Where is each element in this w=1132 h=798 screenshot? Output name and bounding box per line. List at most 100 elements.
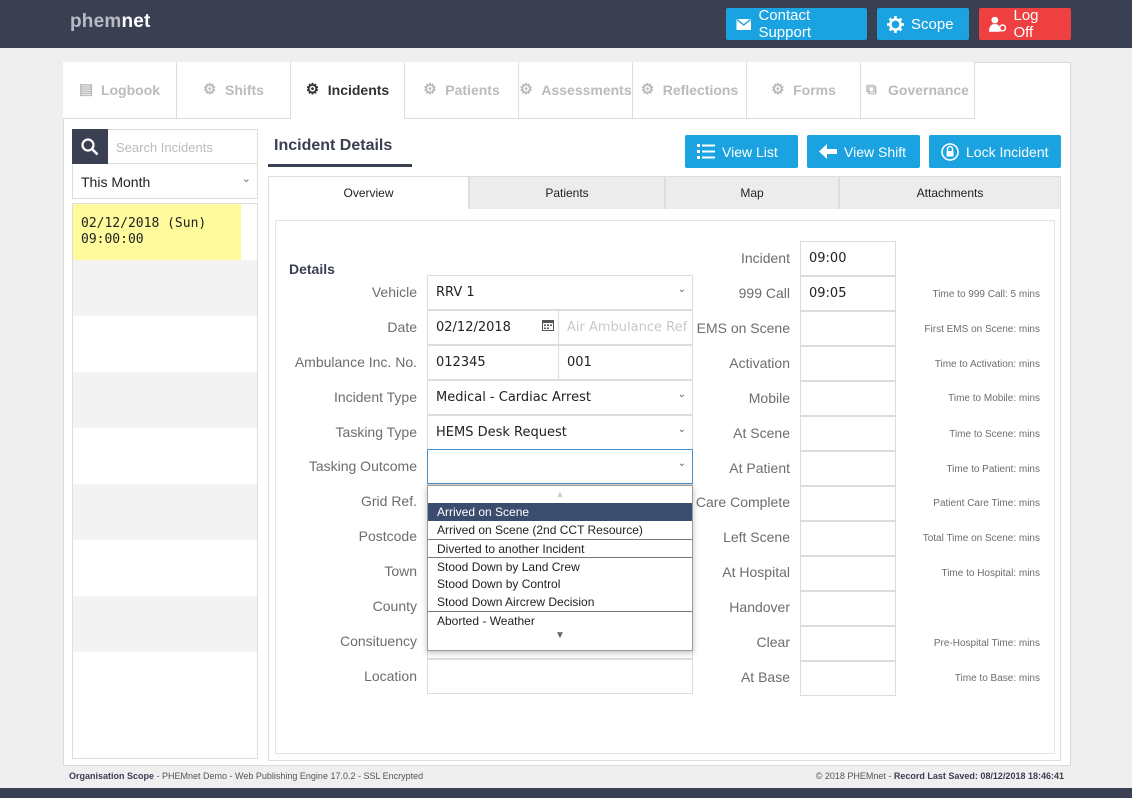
title-underline — [268, 164, 412, 167]
main-nav: ▤ Logbook ⚙ Shifts ⚙ Incidents ⚙ Patients ⚙ A… — [63, 62, 975, 119]
ambulance-inc-suffix-input[interactable]: 001 — [558, 345, 693, 380]
contact-support-label: Contact Support — [758, 7, 811, 41]
vehicle-value: RRV 1 — [436, 285, 475, 300]
at-base-time-input[interactable] — [800, 661, 896, 696]
footer-org-scope: Organisation Scope — [69, 771, 155, 781]
list-item[interactable]: 02/12/2018 (Sun) 09:00:00 — [73, 204, 241, 260]
search-button[interactable] — [72, 129, 108, 164]
date-field[interactable]: 02/12/2018 — [427, 310, 559, 345]
tab-attachments[interactable]: Attachments — [839, 176, 1061, 210]
tasking-type-select[interactable]: HEMS Desk Request ⌄ — [427, 415, 693, 450]
dropdown-option[interactable]: Arrived on Scene — [428, 503, 692, 521]
nav-tab-forms[interactable]: ⚙ Forms — [747, 62, 861, 119]
ems-duration-note: First EMS on Scene: mins — [924, 324, 1040, 335]
period-select[interactable]: This Month ⌄ — [72, 164, 258, 199]
bottom-bar — [0, 788, 1132, 798]
dropdown-option[interactable]: Diverted to another Incident — [428, 539, 692, 557]
lock-incident-button[interactable]: Lock Incident — [929, 135, 1061, 168]
nav-tab-assessments[interactable]: ⚙ Assessments — [519, 62, 633, 119]
nav-label: Shifts — [225, 82, 264, 98]
at-patient-time-input[interactable] — [800, 451, 896, 486]
dropdown-option[interactable]: Stood Down by Land Crew — [428, 557, 692, 575]
date-value: 02/12/2018 — [436, 320, 511, 335]
list-item-empty — [73, 316, 257, 372]
activation-time-input[interactable] — [800, 346, 896, 381]
care-duration-note: Patient Care Time: mins — [933, 498, 1040, 509]
ambulance-inc-input[interactable]: 012345 — [427, 345, 559, 380]
incident-time-input[interactable]: 09:00 — [800, 241, 896, 276]
at-scene-time-input[interactable] — [800, 416, 896, 451]
date-label: Date — [387, 319, 417, 335]
dropdown-option[interactable]: Stood Down Aircrew Decision — [428, 593, 692, 611]
tab-patients[interactable]: Patients — [469, 176, 665, 210]
scope-button[interactable]: Scope — [877, 8, 969, 40]
chevron-down-icon: ⌄ — [241, 173, 251, 185]
list-item-empty — [73, 484, 257, 540]
vehicle-label: Vehicle — [371, 284, 417, 300]
scroll-down-icon[interactable]: ▼ — [428, 629, 692, 643]
nav-tab-logbook[interactable]: ▤ Logbook — [63, 62, 177, 119]
prehospital-duration-note: Pre-Hospital Time: mins — [933, 638, 1040, 649]
scene-duration-note: Time to Scene: mins — [949, 429, 1040, 440]
contact-support-button[interactable]: Contact Support — [726, 7, 867, 41]
clear-time-input[interactable] — [800, 626, 896, 661]
at-hospital-time-input[interactable] — [800, 556, 896, 591]
envelope-icon — [736, 18, 751, 30]
app-logo[interactable]: phemnet — [70, 11, 151, 33]
call-time-input[interactable]: 09:05 — [800, 276, 896, 311]
nav-tab-incidents[interactable]: ⚙ Incidents — [291, 62, 405, 119]
footer-copyright: © 2018 PHEMnet - — [815, 771, 894, 781]
user-gear-icon: ⚙ — [519, 81, 533, 98]
vehicle-select[interactable]: RRV 1 ⌄ — [427, 275, 693, 310]
care-complete-time-input[interactable] — [800, 486, 896, 521]
incident-type-value: Medical - Cardiac Arrest — [436, 390, 591, 405]
view-list-button[interactable]: View List — [685, 135, 798, 168]
incident-time-label: Incident — [740, 250, 790, 266]
mobile-time-label: Mobile — [748, 390, 790, 406]
clear-time-label: Clear — [756, 634, 790, 650]
location-input[interactable] — [427, 659, 693, 694]
at-patient-time-label: At Patient — [729, 460, 790, 476]
tab-map[interactable]: Map — [665, 176, 839, 210]
list-item-date: 02/12/2018 (Sun) — [81, 216, 207, 231]
ambulance-inc-label: Ambulance Inc. No. — [294, 354, 417, 370]
calendar-icon[interactable] — [542, 319, 554, 331]
nav-tab-reflections[interactable]: ⚙ Reflections — [633, 62, 747, 119]
nav-label: Logbook — [100, 82, 161, 98]
left-scene-time-input[interactable] — [800, 521, 896, 556]
mobile-time-input[interactable] — [800, 381, 896, 416]
user-logout-icon — [989, 16, 1007, 32]
dropdown-option[interactable]: Stood Down by Control — [428, 575, 692, 593]
nav-tab-patients[interactable]: ⚙ Patients — [405, 62, 519, 119]
air-ambulance-ref-input[interactable]: Air Ambulance Ref — [558, 310, 693, 345]
nav-label: Forms — [793, 82, 836, 98]
constituency-label: Consituency — [339, 633, 417, 649]
patient-duration-note: Time to Patient: mins — [946, 464, 1040, 475]
nav-label: Reflections — [662, 82, 739, 98]
view-shift-button[interactable]: View Shift — [807, 135, 920, 168]
nav-tab-governance[interactable]: ⧉ Governance — [861, 62, 975, 119]
gear-icon — [887, 15, 904, 33]
log-off-button[interactable]: Log Off — [979, 7, 1071, 41]
ems-time-input[interactable] — [800, 311, 896, 346]
tasking-type-value: HEMS Desk Request — [436, 425, 567, 440]
at-scene-time-label: At Scene — [733, 425, 790, 441]
logo-text-bold: net — [121, 11, 151, 32]
county-label: County — [372, 598, 417, 614]
dropdown-option[interactable]: Arrived on Scene (2nd CCT Resource) — [428, 521, 692, 539]
view-shift-label: View Shift — [844, 143, 906, 160]
tasking-outcome-label: Tasking Outcome — [308, 458, 417, 474]
nav-tab-shifts[interactable]: ⚙ Shifts — [177, 62, 291, 119]
handover-time-input[interactable] — [800, 591, 896, 626]
dropdown-option[interactable]: Aborted - Weather — [428, 611, 692, 629]
incident-type-select[interactable]: Medical - Cardiac Arrest ⌄ — [427, 380, 693, 415]
tab-overview[interactable]: Overview — [268, 176, 469, 210]
user-gear-icon: ⚙ — [423, 81, 437, 98]
activation-time-label: Activation — [729, 355, 790, 371]
scroll-up-icon[interactable]: ▲ — [428, 486, 692, 503]
user-gear-icon: ⚙ — [771, 81, 785, 98]
page-title: Incident Details — [274, 137, 393, 154]
search-input[interactable]: Search Incidents — [108, 129, 258, 164]
incident-list: 02/12/2018 (Sun) 09:00:00 — [72, 203, 258, 759]
tasking-outcome-select[interactable]: ⌄ — [427, 449, 693, 484]
